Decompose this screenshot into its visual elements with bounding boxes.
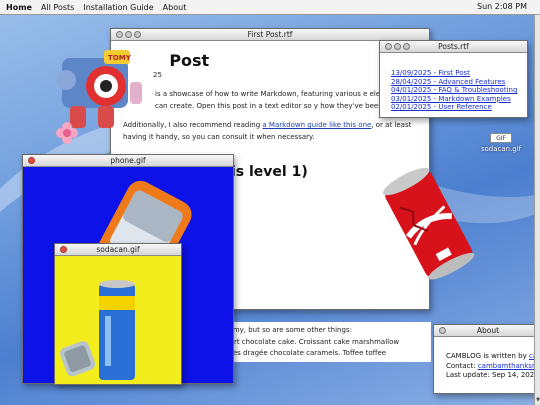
menu-installation-guide[interactable]: Installation Guide [83,3,153,12]
minimize-icon[interactable] [394,43,401,50]
close-icon[interactable] [385,43,392,50]
zoom-icon[interactable] [403,43,410,50]
contact-link[interactable]: cambamthanksm [478,362,539,370]
toy-label: TOMY [108,54,132,62]
posts-list: 13/09/2025 - First Post 28/04/2025 - Adv… [380,53,527,112]
posts-window[interactable]: Posts.rtf 13/09/2025 - First Post 28/04/… [379,40,528,118]
window-title: About [476,326,500,335]
scroll-down-icon[interactable]: ▼ [535,397,540,403]
flower-sticker-icon [56,122,78,144]
post-link[interactable]: 04/01/2025 - FAQ & Troubleshooting [391,86,527,95]
post-link[interactable]: 28/04/2025 - Advanced Features [391,78,527,87]
about-body: CAMBLOG is written by ca Contact: cambam… [434,337,540,381]
post-date: 25 [153,71,162,79]
menu-home[interactable]: Home [6,3,32,12]
menu-about[interactable]: About [163,3,187,12]
post-tail-text: mmy, but so are some other things: sert … [226,326,400,357]
post-link[interactable]: 02/01/2025 - User Reference [391,103,527,112]
sodacan-titlebar[interactable]: sodacan.gif [55,244,181,256]
close-icon[interactable] [116,31,123,38]
last-update: Last update: Sep 14, 2025 [446,371,539,379]
close-icon[interactable] [28,157,35,164]
phone-titlebar[interactable]: phone.gif [23,155,233,167]
about-window[interactable]: About CAMBLOG is written by ca Contact: … [433,324,540,394]
page-scrollbar[interactable]: ▼ [534,15,540,405]
sodacan-image [55,256,181,384]
close-icon[interactable] [439,327,446,334]
desktop-icon-label: sodacan.gif [480,145,522,153]
menu-all-posts[interactable]: All Posts [41,3,74,12]
window-title: Posts.rtf [438,42,469,51]
close-icon[interactable] [60,246,67,253]
markdown-guide-link[interactable]: a Markdown guide like this one [262,121,371,129]
window-title: phone.gif [110,156,146,165]
about-titlebar[interactable]: About [434,325,540,337]
post-link[interactable]: 13/09/2025 - First Post [391,69,527,78]
minimize-icon[interactable] [125,31,132,38]
window-title: First Post.rtf [247,30,293,39]
post-paragraph: is a showcase of how to write Markdown, … [155,90,418,110]
posts-titlebar[interactable]: Posts.rtf [380,41,527,53]
post-title: FirPost [169,51,210,70]
sodacan-gif-window[interactable]: sodacan.gif [54,243,182,385]
post-link[interactable]: 03/01/2025 - Markdown Examples [391,95,527,104]
post-paragraph: Additionally, I also recommend reading a… [123,121,412,141]
menubar-clock: Sun 2:08 PM [477,2,527,11]
post-heading-level-1: is level 1) [231,164,308,180]
window-title: sodacan.gif [96,245,140,254]
zoom-icon[interactable] [134,31,141,38]
gif-file-icon: GIF [490,133,512,143]
crushed-can-sprite[interactable] [380,165,480,280]
desktop-icon-sodacan[interactable]: GIF sodacan.gif [478,133,524,153]
menubar: Home All Posts Installation Guide About … [0,0,540,15]
toy-robot-sprite[interactable]: TOMY [48,42,144,134]
